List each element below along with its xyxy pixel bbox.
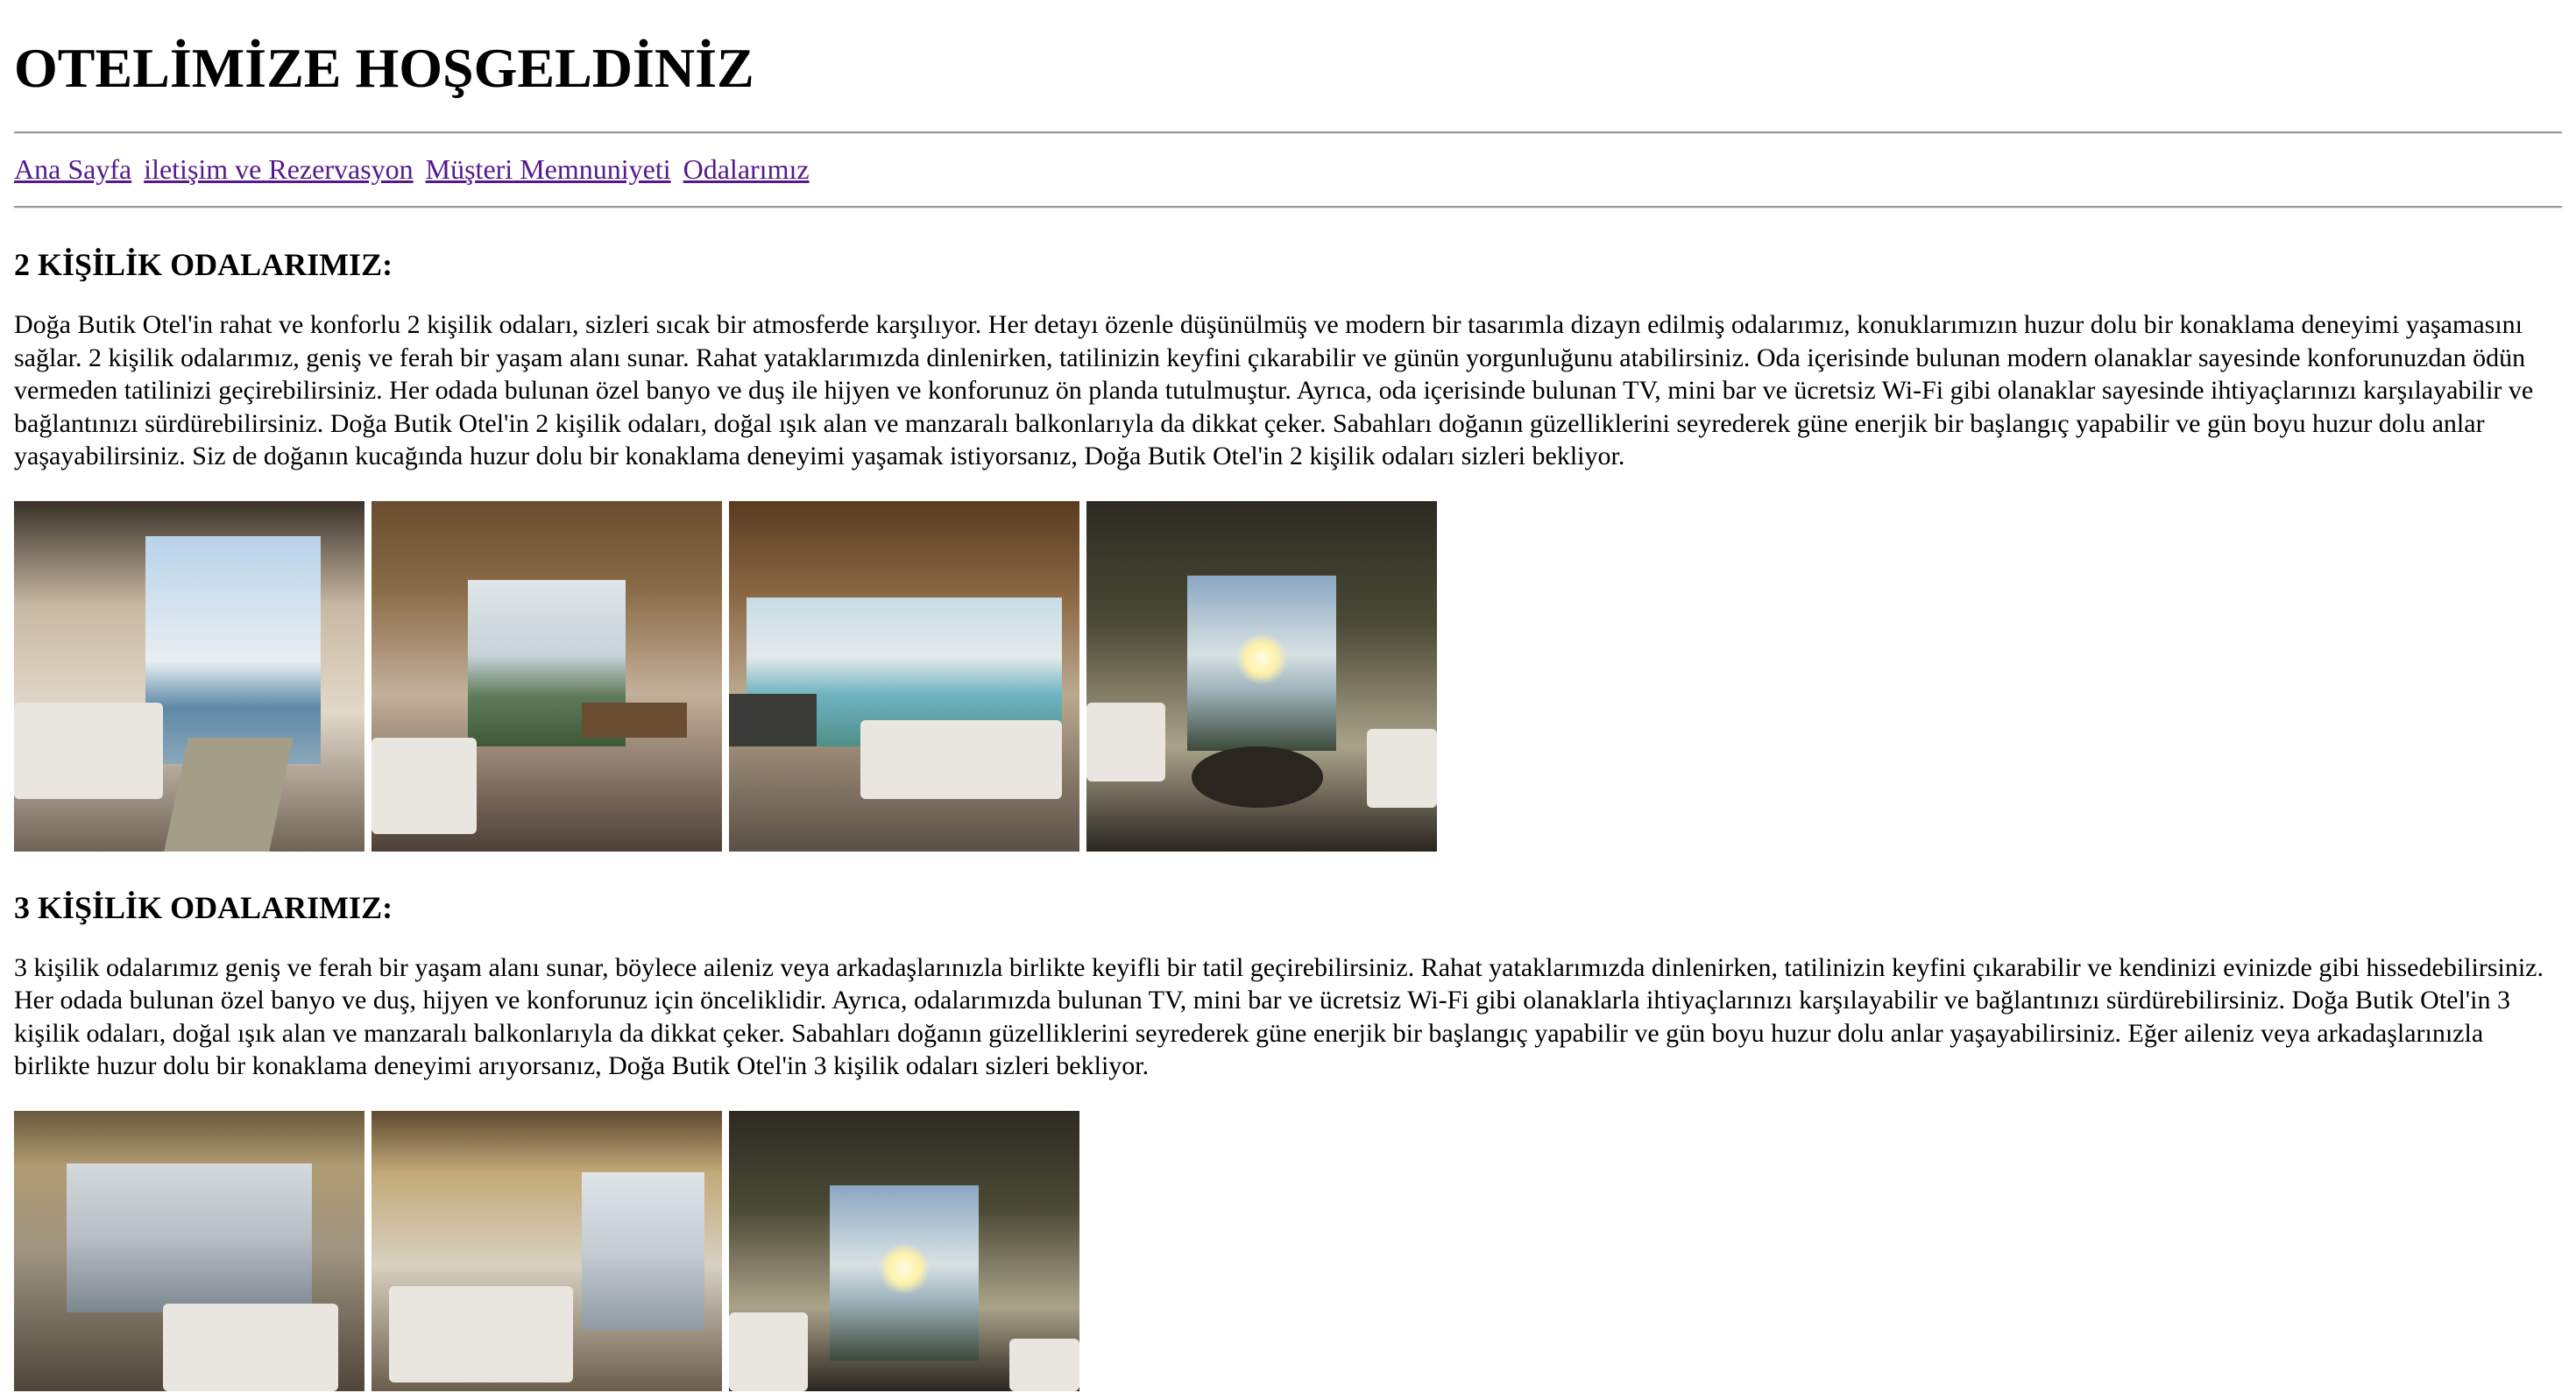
section-text-double: Doğa Butik Otel'in rahat ve konforlu 2 k… [14,310,2534,470]
room-photo [372,500,722,852]
section-heading-triple: 3 KİŞİLİK ODALARIMIZ: [14,889,393,925]
room-photo [1086,500,1437,852]
nav-link-ana-sayfa[interactable]: Ana Sayfa [14,153,131,185]
nav-link-iletisim[interactable]: iletişim ve Rezervasyon [144,153,413,185]
room-photo [14,500,364,852]
room-photo [729,500,1079,852]
page-title: OTELİMİZE HOŞGELDİNİZ [14,37,754,99]
room-photo [729,1110,1079,1391]
main-nav: Ana Sayfa iletişim ve Rezervasyon Müşter… [14,152,2562,187]
gallery-triple-rooms [14,1110,2562,1391]
gallery-double-rooms [14,500,2562,852]
nav-link-musteri-memnuniyeti[interactable]: Müşteri Memnuniyeti [426,153,671,185]
room-photo [372,1110,722,1391]
page: OTELİMİZE HOŞGELDİNİZ Ana Sayfa iletişim… [0,0,2576,1391]
section-text-triple: 3 kişilik odalarımız geniş ve ferah bir … [14,952,2544,1081]
section-heading-double: 2 KİŞİLİK ODALARIMIZ: [14,247,393,282]
room-photo [14,1110,364,1391]
divider-top [14,131,2562,134]
section-triple-rooms: 3 KİŞİLİK ODALARIMIZ: 3 kişilik odalarım… [14,887,2562,1391]
section-double-rooms: 2 KİŞİLİK ODALARIMIZ: Doğa Butik Otel'in… [14,244,2562,852]
divider-bottom [14,206,2562,209]
nav-link-odalarimiz[interactable]: Odalarımız [683,153,810,185]
